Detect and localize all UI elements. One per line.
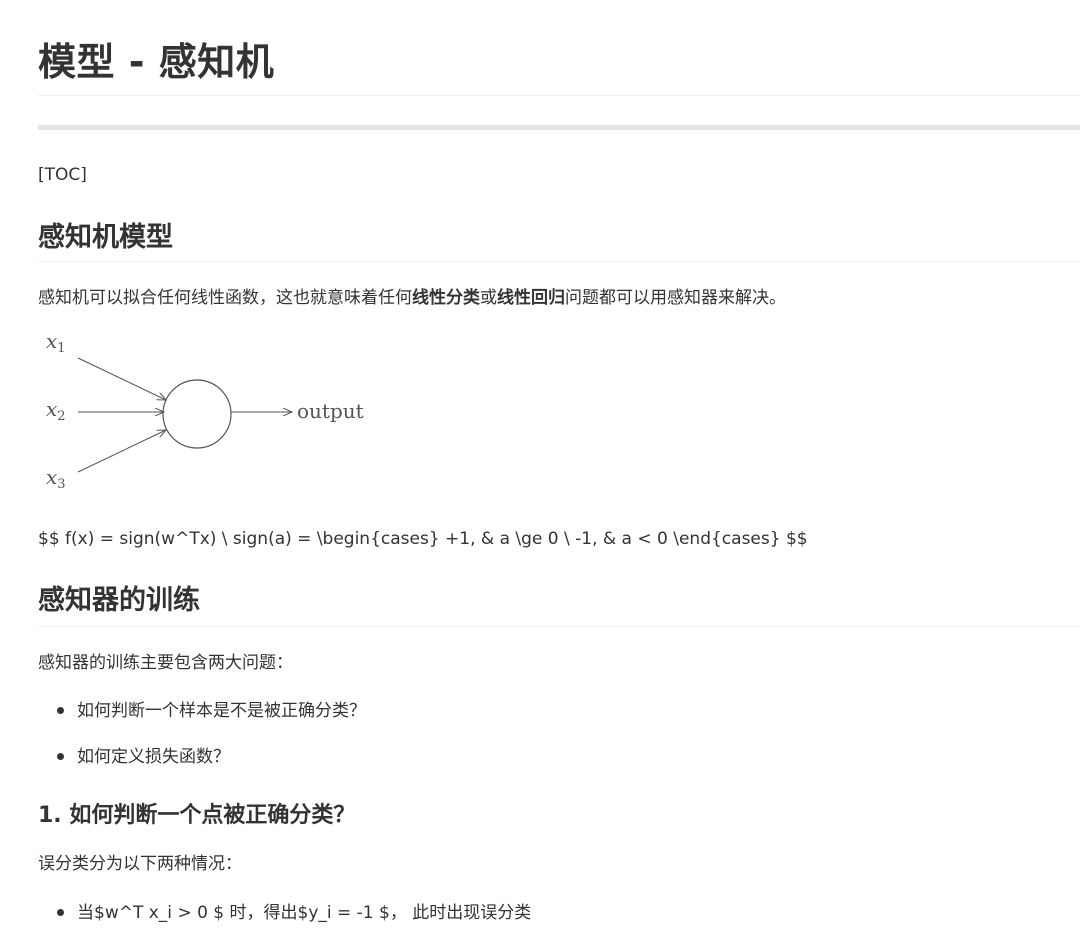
section-heading-perceptron-model: 感知机模型 [38,222,173,253]
list-item-text: 如何判断一个样本是不是被正确分类？ [77,701,366,721]
list-item-text: 当$w^T x_i > 0 $ 时，得出$y_i = -1 $， 此时出现误分类 [77,903,532,923]
input-label-x2: x2 [46,397,66,424]
list-item-text: 如何定义损失函数？ [77,747,230,767]
misclassification-intro-paragraph: 误分类分为以下两种情况： [38,854,242,874]
title-underline [38,95,1080,96]
input-arrow-x1 [77,357,166,400]
input-label-x3: x3 [46,465,66,492]
formula-text: $$ f(x) = sign(w^Tx) \ sign(a) = \begin{… [38,529,808,549]
input-label-x1: x1 [46,330,66,356]
section-heading-underline [38,261,1080,262]
bullet-dot [57,909,64,916]
bullet-dot [57,753,64,760]
horizontal-rule [38,125,1080,130]
subsection-heading-correct-classification: 1. 如何判断一个点被正确分类？ [38,803,356,828]
intro-text-before: 感知机可以拟合任何线性函数，这也就意味着任何 [38,288,412,308]
output-label: output [297,399,364,423]
perceptron-intro-paragraph: 感知机可以拟合任何线性函数，这也就意味着任何线性分类或线性回归问题都可以用感知器… [38,285,786,311]
input-arrow-x3 [77,430,166,473]
page-title: 模型 - 感知机 [38,40,275,84]
section-heading-underline [38,626,1080,627]
intro-text-after: 问题都可以用感知器来解决。 [565,288,786,308]
toc-placeholder: [TOC] [38,165,87,185]
intro-text-mid: 或 [480,288,497,308]
input-labels: x1 x2 x3 [46,330,66,492]
training-intro-paragraph: 感知器的训练主要包含两大问题： [38,653,293,673]
intro-bold-linear-regression: 线性回归 [497,288,565,308]
intro-bold-linear-classification: 线性分类 [412,288,480,308]
section-heading-perceptron-training: 感知器的训练 [38,585,200,616]
perceptron-node [162,379,232,449]
bullet-dot [57,707,64,714]
perceptron-diagram: x1 x2 x3 output [46,330,364,492]
